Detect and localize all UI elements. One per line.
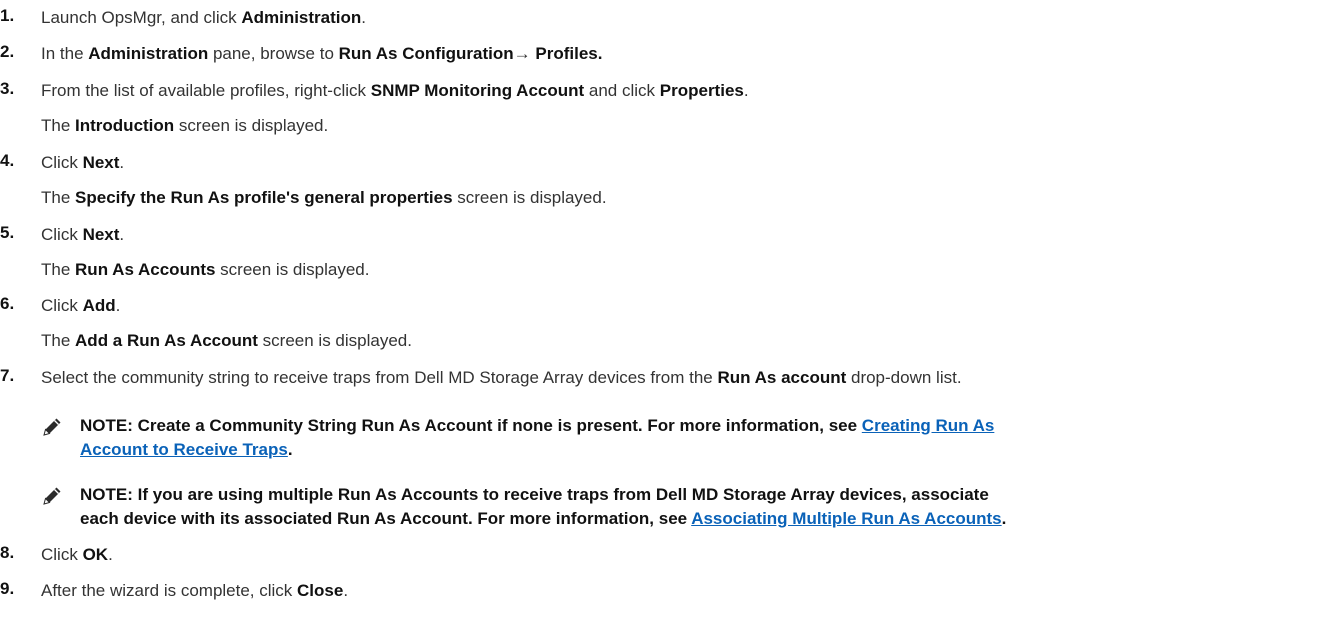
step-result: The Introduction screen is displayed. <box>41 116 329 135</box>
step-number: 6. <box>0 294 15 313</box>
ui-term: Close <box>297 581 344 600</box>
step-number: 3. <box>0 79 15 98</box>
step-number: 4. <box>0 151 15 170</box>
note-text: NOTE: Create a Community String Run As A… <box>80 416 995 435</box>
ui-term: Add a Run As Account <box>75 331 258 350</box>
ui-term: Add <box>82 296 116 315</box>
ui-term: Run As Configuration <box>338 44 514 63</box>
ui-term: OK <box>82 545 109 564</box>
ui-term: Specify the Run As profile's general pro… <box>75 188 453 207</box>
step-number: 5. <box>0 223 15 242</box>
step-4: 4. Click Next. The Specify the Run As pr… <box>0 151 607 210</box>
step-5: 5. Click Next. The Run As Accounts scree… <box>0 223 369 282</box>
ui-term: Properties <box>659 81 744 100</box>
ui-term: Run As Accounts <box>75 260 216 279</box>
step-8: 8. Click OK. <box>0 543 113 567</box>
step-result: The Specify the Run As profile's general… <box>41 188 607 207</box>
step-2: 2. In the Administration pane, browse to… <box>0 42 602 66</box>
ui-term: SNMP Monitoring Account <box>370 81 585 100</box>
note-text: NOTE: If you are using multiple Run As A… <box>80 485 989 504</box>
step-instruction: Launch OpsMgr, and click Administration. <box>41 8 367 27</box>
step-9: 9. After the wizard is complete, click C… <box>0 579 348 603</box>
note-multiple-accounts: NOTE: If you are using multiple Run As A… <box>41 483 1317 531</box>
note-community-string: NOTE: Create a Community String Run As A… <box>41 414 1317 462</box>
link-creating-run-as-account-cont[interactable]: Account to Receive Traps <box>80 440 288 459</box>
step-instruction: In the Administration pane, browse to Ru… <box>41 44 603 63</box>
step-instruction: Click OK. <box>41 545 113 564</box>
step-result: The Run As Accounts screen is displayed. <box>41 260 370 279</box>
ui-term: Run As account <box>717 368 847 387</box>
note-pencil-icon <box>43 418 61 436</box>
ui-term: Profiles. <box>535 44 603 63</box>
step-1: 1. Launch OpsMgr, and click Administrati… <box>0 6 366 30</box>
link-creating-run-as-account[interactable]: Creating Run As <box>862 416 995 435</box>
step-number: 7. <box>0 366 15 385</box>
step-number: 1. <box>0 6 15 25</box>
ui-term: Administration <box>241 8 362 27</box>
note-pencil-icon <box>43 487 61 505</box>
step-instruction: Select the community string to receive t… <box>41 368 962 387</box>
ui-term: Introduction <box>75 116 175 135</box>
step-3: 3. From the list of available profiles, … <box>0 79 749 138</box>
step-7: 7. Select the community string to receiv… <box>0 366 962 390</box>
ui-term: Next <box>82 153 120 172</box>
step-result: The Add a Run As Account screen is displ… <box>41 331 412 350</box>
step-6: 6. Click Add. The Add a Run As Account s… <box>0 294 412 353</box>
step-number: 9. <box>0 579 15 598</box>
link-associating-multiple-accounts[interactable]: Associating Multiple Run As Accounts <box>691 509 1001 528</box>
step-number: 2. <box>0 42 15 61</box>
note-text-continued: Account to Receive Traps. <box>80 440 293 459</box>
step-instruction: After the wizard is complete, click Clos… <box>41 581 349 600</box>
ui-term: Administration <box>88 44 209 63</box>
step-instruction: From the list of available profiles, rig… <box>41 81 749 100</box>
step-instruction: Click Next. <box>41 153 125 172</box>
ui-term: Next <box>82 225 120 244</box>
step-instruction: Click Next. <box>41 225 125 244</box>
step-number: 8. <box>0 543 15 562</box>
step-instruction: Click Add. <box>41 296 121 315</box>
note-text-continued: each device with its associated Run As A… <box>80 509 1007 528</box>
